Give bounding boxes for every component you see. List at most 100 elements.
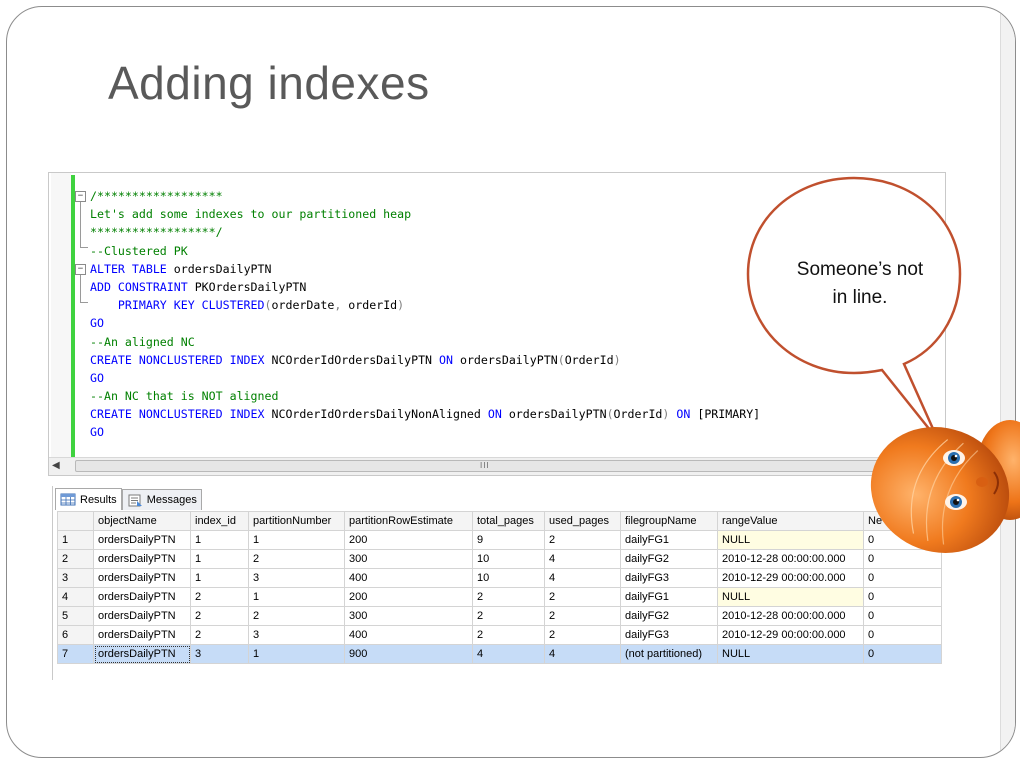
table-cell[interactable]: 200 xyxy=(344,587,473,607)
tab-results[interactable]: Results xyxy=(55,488,122,510)
table-cell[interactable]: 1 xyxy=(248,587,345,607)
table-cell[interactable]: 2010-12-28 00:00:00.000 xyxy=(717,549,864,569)
table-row[interactable]: 1 ordersDailyPTN 1 1 200 9 2 dailyFG1 NULL 0 xyxy=(57,530,942,550)
row-number[interactable]: 7 xyxy=(57,644,94,664)
results-grid[interactable]: objectName index_id partitionNumber partiti… xyxy=(57,511,942,664)
column-header[interactable]: rangeValue xyxy=(717,511,864,531)
row-number[interactable]: 1 xyxy=(57,530,94,550)
column-header[interactable]: partitionNumber xyxy=(248,511,345,531)
table-cell[interactable]: 2 xyxy=(544,587,621,607)
code-line[interactable]: GO xyxy=(90,423,760,441)
table-cell[interactable]: 1 xyxy=(190,549,249,569)
table-row[interactable]: 2 ordersDailyPTN 1 2 300 10 4 dailyFG2 2010-12-2… xyxy=(57,549,942,569)
table-cell[interactable]: 1 xyxy=(248,644,345,664)
table-cell[interactable]: 300 xyxy=(344,606,473,626)
table-cell[interactable]: ordersDailyPTN xyxy=(93,568,191,588)
table-row[interactable]: 7 ordersDailyPTN 3 1 900 4 4 (not partitioned) N… xyxy=(57,644,942,664)
table-cell[interactable]: ordersDailyPTN xyxy=(93,549,191,569)
table-cell[interactable]: 4 xyxy=(544,568,621,588)
table-row[interactable]: 5 ordersDailyPTN 2 2 300 2 2 dailyFG2 2010-12-28… xyxy=(57,606,942,626)
table-cell[interactable]: NULL xyxy=(717,644,864,664)
table-row[interactable]: 4 ordersDailyPTN 2 1 200 2 2 dailyFG1 NULL 0 xyxy=(57,587,942,607)
table-cell[interactable]: 300 xyxy=(344,549,473,569)
row-number[interactable]: 2 xyxy=(57,549,94,569)
table-cell[interactable]: 2 xyxy=(248,606,345,626)
collapse-icon[interactable]: − xyxy=(75,264,86,275)
table-cell[interactable]: 400 xyxy=(344,625,473,645)
table-cell[interactable]: 2 xyxy=(472,625,545,645)
table-cell[interactable]: (not partitioned) xyxy=(620,644,718,664)
table-cell[interactable]: 2 xyxy=(544,530,621,550)
table-cell[interactable]: dailyFG2 xyxy=(620,606,718,626)
code-line[interactable]: PRIMARY KEY CLUSTERED(orderDate, orderId… xyxy=(90,296,760,314)
code-line[interactable]: --An NC that is NOT aligned xyxy=(90,387,760,405)
table-cell[interactable]: 3 xyxy=(190,644,249,664)
table-cell[interactable]: 2 xyxy=(544,606,621,626)
column-header[interactable]: filegroupName xyxy=(620,511,718,531)
code-line[interactable]: CREATE NONCLUSTERED INDEX NCOrderIdOrder… xyxy=(90,351,760,369)
table-cell[interactable]: 2 xyxy=(190,587,249,607)
table-cell[interactable]: 10 xyxy=(472,549,545,569)
table-cell[interactable]: 3 xyxy=(248,625,345,645)
table-cell[interactable]: 200 xyxy=(344,530,473,550)
table-cell[interactable]: dailyFG1 xyxy=(620,587,718,607)
code-line[interactable]: Let's add some indexes to our partitione… xyxy=(90,205,760,223)
table-cell[interactable]: 2 xyxy=(248,549,345,569)
table-cell[interactable]: 3 xyxy=(248,568,345,588)
code-line[interactable]: /****************** xyxy=(90,187,760,205)
table-cell[interactable]: 0 xyxy=(863,625,942,645)
column-header[interactable]: partitionRowEstimate xyxy=(344,511,473,531)
row-number-header[interactable] xyxy=(57,511,94,531)
table-cell[interactable]: NULL xyxy=(717,587,864,607)
collapse-icon[interactable]: − xyxy=(75,191,86,202)
column-header[interactable]: total_pages xyxy=(472,511,545,531)
table-cell[interactable]: 9 xyxy=(472,530,545,550)
table-cell[interactable]: 4 xyxy=(544,644,621,664)
table-cell[interactable]: 4 xyxy=(472,644,545,664)
column-header[interactable]: index_id xyxy=(190,511,249,531)
row-number[interactable]: 4 xyxy=(57,587,94,607)
table-cell[interactable]: 1 xyxy=(248,530,345,550)
code-line[interactable]: ******************/ xyxy=(90,223,760,241)
table-cell[interactable]: 0 xyxy=(863,606,942,626)
code-line[interactable]: ADD CONSTRAINT PKOrdersDailyPTN xyxy=(90,278,760,296)
table-cell[interactable]: 2 xyxy=(190,606,249,626)
code-line[interactable]: --Clustered PK xyxy=(90,242,760,260)
table-cell[interactable]: dailyFG1 xyxy=(620,530,718,550)
code-line[interactable]: ALTER TABLE ordersDailyPTN xyxy=(90,260,760,278)
table-cell[interactable]: 10 xyxy=(472,568,545,588)
table-cell[interactable]: 900 xyxy=(344,644,473,664)
row-number[interactable]: 3 xyxy=(57,568,94,588)
table-cell[interactable]: 400 xyxy=(344,568,473,588)
table-row[interactable]: 3 ordersDailyPTN 1 3 400 10 4 dailyFG3 2010-12-2… xyxy=(57,568,942,588)
editor-horizontal-scrollbar[interactable]: ◀ III xyxy=(49,457,945,475)
table-cell[interactable]: 2010-12-29 00:00:00.000 xyxy=(717,568,864,588)
table-cell[interactable]: 1 xyxy=(190,568,249,588)
table-cell[interactable]: dailyFG2 xyxy=(620,549,718,569)
table-cell[interactable]: 1 xyxy=(190,530,249,550)
sql-code[interactable]: /****************** Let's add some indexe… xyxy=(90,187,760,442)
column-header[interactable]: used_pages xyxy=(544,511,621,531)
scroll-left-icon[interactable]: ◀ xyxy=(52,460,60,471)
table-cell[interactable]: ordersDailyPTN xyxy=(93,625,191,645)
code-line[interactable]: CREATE NONCLUSTERED INDEX NCOrderIdOrder… xyxy=(90,405,760,423)
table-cell[interactable]: 2 xyxy=(472,587,545,607)
table-cell[interactable]: ordersDailyPTN xyxy=(93,587,191,607)
table-cell[interactable]: 2010-12-28 00:00:00.000 xyxy=(717,606,864,626)
table-cell[interactable]: 0 xyxy=(863,587,942,607)
tab-messages[interactable]: Messages xyxy=(121,489,202,510)
table-cell[interactable]: ordersDailyPTN xyxy=(93,606,191,626)
table-cell[interactable]: ordersDailyPTN xyxy=(93,644,191,664)
scrollbar-thumb[interactable]: III xyxy=(75,460,885,472)
row-number[interactable]: 6 xyxy=(57,625,94,645)
table-cell[interactable]: NULL xyxy=(717,530,864,550)
table-cell[interactable]: 2010-12-29 00:00:00.000 xyxy=(717,625,864,645)
table-cell[interactable]: dailyFG3 xyxy=(620,568,718,588)
table-cell[interactable]: 4 xyxy=(544,549,621,569)
table-cell[interactable]: 2 xyxy=(544,625,621,645)
code-line[interactable]: --An aligned NC xyxy=(90,333,760,351)
table-cell[interactable]: dailyFG3 xyxy=(620,625,718,645)
table-row[interactable]: 6 ordersDailyPTN 2 3 400 2 2 dailyFG3 2010-12-29… xyxy=(57,625,942,645)
table-cell[interactable]: ordersDailyPTN xyxy=(93,530,191,550)
column-header[interactable]: objectName xyxy=(93,511,191,531)
